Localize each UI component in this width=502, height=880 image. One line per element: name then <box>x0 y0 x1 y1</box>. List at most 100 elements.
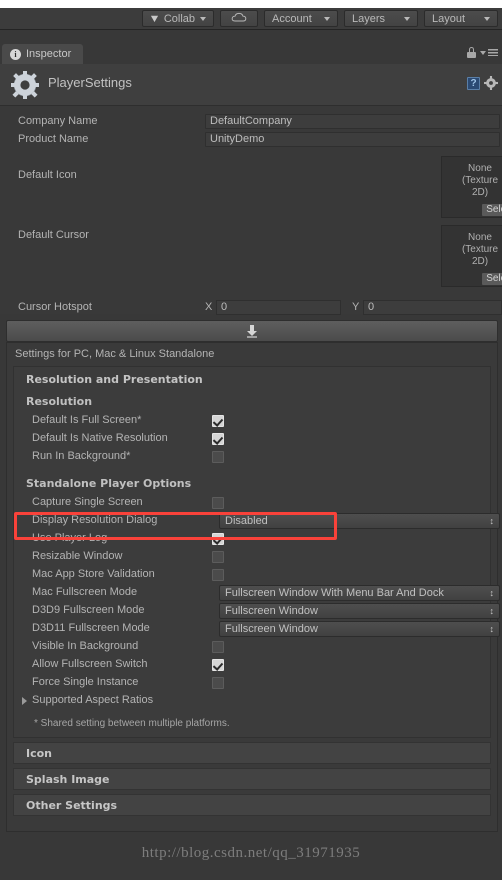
collab-button[interactable]: Collab <box>141 10 214 27</box>
row-allow-fullscreen-switch: Allow Fullscreen Switch <box>14 656 490 674</box>
row-default-cursor: Default Cursor <box>0 228 502 244</box>
chevron-down-icon <box>484 16 490 21</box>
visible-in-background-checkbox[interactable] <box>212 641 224 653</box>
account-button[interactable]: Account <box>264 10 338 27</box>
company-name-label: Company Name <box>18 115 98 127</box>
mac-app-store-validation-checkbox[interactable] <box>212 569 224 581</box>
help-icon[interactable]: ? <box>467 77 480 90</box>
default-icon-select-button[interactable]: Select <box>482 204 502 216</box>
row-cursor-hotspot: Cursor Hotspot X 0 Y 0 <box>0 300 502 316</box>
info-icon: i <box>10 48 21 60</box>
section-icon[interactable]: Icon <box>13 742 491 764</box>
lock-icon[interactable] <box>467 47 476 58</box>
row-visible-in-background: Visible In Background <box>14 638 490 656</box>
object-header: PlayerSettings ? <box>0 64 502 106</box>
tab-inspector[interactable]: i Inspector <box>2 44 84 64</box>
mac-app-store-validation-label: Mac App Store Validation <box>32 568 155 580</box>
default-is-full-screen-checkbox[interactable] <box>212 415 224 427</box>
cursor-hotspot-x-input[interactable]: 0 <box>216 300 341 315</box>
d3d11-fullscreen-mode-label: D3D11 Fullscreen Mode <box>32 622 150 634</box>
layers-button[interactable]: Layers <box>344 10 418 27</box>
row-mac-fullscreen-mode: Mac Fullscreen Mode Fullscreen Window Wi… <box>14 584 500 602</box>
default-icon-value-line1: None <box>468 163 492 174</box>
default-is-native-resolution-label: Default Is Native Resolution <box>32 432 168 444</box>
player-settings-properties: Company Name DefaultCompany Product Name… <box>0 106 502 316</box>
row-default-is-native-resolution: Default Is Native Resolution <box>14 430 490 448</box>
layout-button[interactable]: Layout <box>424 10 498 27</box>
default-is-native-resolution-checkbox[interactable] <box>212 433 224 445</box>
display-resolution-dialog-value: Disabled <box>225 515 268 527</box>
gear-icon <box>10 70 40 100</box>
download-arrow-icon <box>245 324 259 338</box>
cursor-hotspot-x-label: X <box>205 301 213 313</box>
run-in-background-checkbox[interactable] <box>212 451 224 463</box>
force-single-instance-label: Force Single Instance <box>32 676 139 688</box>
cursor-hotspot-y-input[interactable]: 0 <box>363 300 502 315</box>
default-icon-object-field[interactable]: None (Texture 2D) Select <box>441 156 502 218</box>
force-single-instance-checkbox[interactable] <box>212 677 224 689</box>
section-splash-image-label: Splash Image <box>26 772 110 786</box>
allow-fullscreen-switch-label: Allow Fullscreen Switch <box>32 658 148 670</box>
section-splash-image[interactable]: Splash Image <box>13 768 491 790</box>
cloud-button[interactable] <box>220 10 258 27</box>
default-cursor-value-line1: None <box>468 232 492 243</box>
unity-top-toolbar: Collab Account Layers Layout <box>0 8 502 30</box>
window-top-edge <box>0 0 502 8</box>
capture-single-screen-checkbox[interactable] <box>212 497 224 509</box>
default-cursor-object-field[interactable]: None (Texture 2D) Select <box>441 225 502 287</box>
section-icon-label: Icon <box>26 746 53 760</box>
default-cursor-label: Default Cursor <box>18 229 89 241</box>
resizable-window-checkbox[interactable] <box>212 551 224 563</box>
default-icon-value-line2: (Texture <box>461 175 499 186</box>
row-company-name: Company Name DefaultCompany <box>0 114 502 130</box>
chevron-down-icon <box>324 16 330 21</box>
row-d3d11-fullscreen-mode: D3D11 Fullscreen Mode Fullscreen Window ↕ <box>14 620 500 638</box>
row-run-in-background: Run In Background* <box>14 448 490 466</box>
inspector-tab-row: i Inspector <box>0 44 502 64</box>
inspector-tab-controls <box>467 47 498 58</box>
d3d9-fullscreen-mode-label: D3D9 Fullscreen Mode <box>32 604 145 616</box>
mac-fullscreen-mode-dropdown[interactable]: Fullscreen Window With Menu Bar And Dock… <box>219 585 500 601</box>
section-other-settings-label: Other Settings <box>26 798 118 812</box>
use-player-log-checkbox[interactable] <box>212 533 224 545</box>
resizable-window-label: Resizable Window <box>32 550 123 562</box>
row-force-single-instance: Force Single Instance <box>14 674 490 692</box>
row-use-player-log: Use Player Log <box>14 530 490 548</box>
platform-selector-bar[interactable] <box>6 320 498 342</box>
display-resolution-dialog-label: Display Resolution Dialog <box>32 514 158 526</box>
updown-arrow-icon: ↕ <box>489 516 495 526</box>
default-cursor-select-button[interactable]: Select <box>482 273 502 285</box>
d3d11-fullscreen-mode-value: Fullscreen Window <box>225 623 318 635</box>
cursor-hotspot-label: Cursor Hotspot <box>18 301 92 313</box>
d3d11-fullscreen-mode-dropdown[interactable]: Fullscreen Window ↕ <box>219 621 500 637</box>
cloud-icon <box>231 12 247 25</box>
resolution-presentation-group: Resolution and Presentation Resolution D… <box>13 366 500 738</box>
capture-single-screen-label: Capture Single Screen <box>32 496 143 508</box>
section-other-settings[interactable]: Other Settings <box>13 794 491 816</box>
row-d3d9-fullscreen-mode: D3D9 Fullscreen Mode Fullscreen Window ↕ <box>14 602 500 620</box>
resolution-presentation-header[interactable]: Resolution and Presentation <box>14 367 490 392</box>
watermark-text: http://blog.csdn.net/qq_31971935 <box>141 845 361 861</box>
d3d9-fullscreen-mode-dropdown[interactable]: Fullscreen Window ↕ <box>219 603 500 619</box>
layers-label: Layers <box>352 12 386 25</box>
gear-icon[interactable] <box>484 76 498 90</box>
shared-setting-footnote: * Shared setting between multiple platfo… <box>34 718 230 729</box>
row-supported-aspect-ratios[interactable]: Supported Aspect Ratios <box>14 692 490 710</box>
page-title: PlayerSettings <box>48 75 132 90</box>
settings-panel-title: Settings for PC, Mac & Linux Standalone <box>15 348 215 360</box>
visible-in-background-label: Visible In Background <box>32 640 139 652</box>
product-name-input[interactable]: UnityDemo <box>205 132 500 147</box>
platform-settings-panel: Settings for PC, Mac & Linux Standalone … <box>6 342 500 832</box>
hamburger-menu-icon[interactable] <box>480 49 498 56</box>
tab-inspector-label: Inspector <box>26 48 72 60</box>
company-name-input[interactable]: DefaultCompany <box>205 114 500 129</box>
row-mac-app-store-validation: Mac App Store Validation <box>14 566 490 584</box>
row-display-resolution-dialog: Display Resolution Dialog Disabled ↕ <box>14 512 500 530</box>
updown-arrow-icon: ↕ <box>489 588 495 598</box>
account-label: Account <box>272 12 312 25</box>
cursor-hotspot-y-label: Y <box>352 301 360 313</box>
allow-fullscreen-switch-checkbox[interactable] <box>212 659 224 671</box>
display-resolution-dialog-dropdown[interactable]: Disabled ↕ <box>219 513 500 529</box>
gem-icon <box>150 14 159 23</box>
layout-label: Layout <box>432 12 466 25</box>
